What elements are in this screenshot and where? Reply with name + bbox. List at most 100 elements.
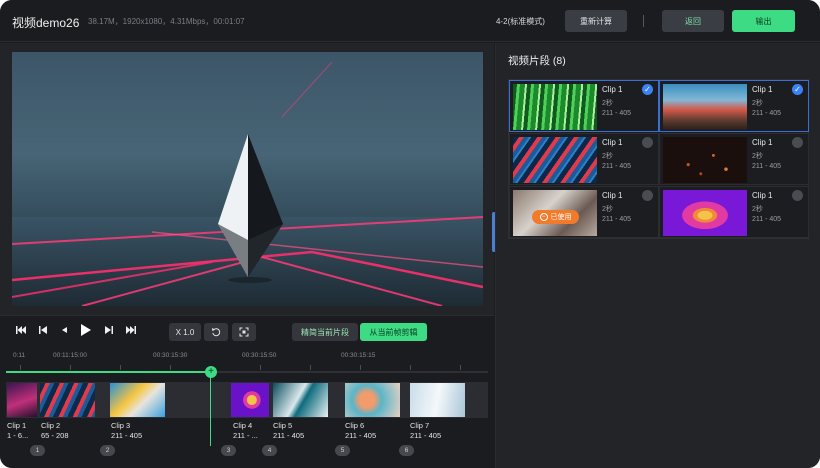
ruler-tick — [20, 365, 21, 370]
ruler-tick — [360, 365, 361, 370]
mode-label: 4-2(标准模式) — [496, 17, 545, 26]
clip-card[interactable]: Clip 1 2秒 211 - 405 — [659, 186, 809, 238]
checkbox-unchecked[interactable] — [642, 137, 653, 148]
clip-card-title: Clip 1 — [752, 138, 773, 147]
clip-card-range: 211 - 405 — [752, 163, 782, 170]
timeline-clip[interactable] — [40, 383, 95, 417]
clip-card[interactable]: Clip 1 2秒 211 - 405 ✓ — [659, 80, 809, 132]
clip-number-badge[interactable]: 6 — [399, 445, 414, 456]
clip-card-range: 211 - 405 — [602, 163, 632, 170]
clip-label: Clip 4 211 - ... — [233, 421, 258, 440]
clip-label: Clip 2 65 - 208 — [41, 421, 69, 440]
trim-current-clip-button[interactable]: 精简当前片段 — [292, 323, 358, 341]
clip-thumbnail — [663, 84, 747, 130]
clip-card-title: Clip 1 — [752, 191, 773, 200]
clip-card-title: Clip 1 — [602, 138, 623, 147]
clip-number-badge[interactable]: 4 — [262, 445, 277, 456]
panel-title: 视频片段 (8) — [508, 55, 566, 67]
checkbox-unchecked[interactable] — [642, 190, 653, 201]
rotate-icon[interactable] — [204, 323, 228, 341]
clip-card[interactable]: Clip 1 2秒 211 - 405 — [509, 133, 659, 185]
add-icon[interactable]: + — [205, 366, 217, 378]
clip-card-title: Clip 1 — [602, 85, 623, 94]
ruler-label: 00:30:15:15 — [341, 352, 376, 359]
timeline-clip[interactable] — [7, 383, 37, 417]
clip-card-range: 211 - 405 — [752, 110, 782, 117]
clip-card-range: 211 - 405 — [602, 110, 632, 117]
cut-from-frame-button[interactable]: 从当前帧剪辑 — [360, 323, 427, 341]
clip-card-duration: 2秒 — [602, 100, 613, 107]
clip-label: Clip 11 - 6... — [7, 421, 29, 440]
clip-label: Clip 5 211 - 405 — [273, 421, 305, 440]
clip-card-title: Clip 1 — [602, 191, 623, 200]
preview-area — [0, 43, 494, 315]
timeline-clip[interactable] — [410, 383, 465, 417]
ruler-label: 00:30:15:50 — [242, 352, 277, 359]
clip-card-range: 211 - 405 — [752, 216, 782, 223]
export-button[interactable]: 输出 — [732, 10, 795, 32]
next-frame-icon[interactable] — [104, 325, 114, 335]
timeline: 0:11 00:11:15:00 00:30:15:30 00:30:15:50… — [0, 348, 494, 468]
clip-number-badge[interactable]: 3 — [221, 445, 236, 456]
clip-card-duration: 2秒 — [602, 206, 613, 213]
previous-frame-icon[interactable] — [38, 325, 48, 335]
clip-card[interactable]: Clip 1 2秒 211 - 405 ✓ — [509, 80, 659, 132]
used-label: 已使用 — [550, 214, 572, 221]
step-back-icon[interactable] — [60, 325, 70, 335]
clip-card-range: 211 - 405 — [602, 216, 632, 223]
clip-card-duration: 2秒 — [752, 153, 763, 160]
skip-to-start-icon[interactable] — [16, 325, 26, 335]
back-button[interactable]: 返回 — [662, 10, 724, 32]
clip-thumbnail: − 已使用 — [513, 190, 597, 236]
video-frame-artwork — [12, 61, 483, 306]
video-meta: 38.17M，1920x1080，4.31Mbps，00:01:07 — [88, 17, 245, 26]
speed-button[interactable]: X 1.0 — [169, 323, 201, 341]
ruler-tick — [120, 365, 121, 370]
video-preview[interactable] — [12, 52, 483, 306]
clip-grid: Clip 1 2秒 211 - 405 ✓ Clip 1 2秒 211 - 40… — [508, 79, 809, 239]
clip-card-duration: 2秒 — [752, 206, 763, 213]
timeline-clip[interactable] — [273, 383, 328, 417]
clip-label: Clip 7 211 - 405 — [410, 421, 442, 440]
ruler-tick — [260, 365, 261, 370]
minus-circle-icon: − — [539, 213, 548, 221]
clip-number-badge[interactable]: 5 — [335, 445, 350, 456]
clip-thumbnail — [513, 84, 597, 130]
ruler-tick — [70, 365, 71, 370]
timeline-progress — [6, 371, 211, 373]
clip-thumbnail — [513, 137, 597, 183]
ruler-tick — [460, 365, 461, 370]
skip-to-end-icon[interactable] — [126, 325, 136, 335]
ruler-label: 00:30:15:30 — [153, 352, 188, 359]
clip-card[interactable]: − 已使用 Clip 1 2秒 211 - 405 — [509, 186, 659, 238]
header-divider — [643, 15, 644, 27]
check-icon[interactable]: ✓ — [642, 84, 653, 95]
video-title: 视频demo26 — [12, 16, 80, 30]
recalculate-button[interactable]: 重新计算 — [565, 10, 627, 32]
timeline-clip[interactable] — [231, 383, 269, 417]
clip-card-title: Clip 1 — [752, 85, 773, 94]
clip-number-badge[interactable]: 2 — [100, 445, 115, 456]
clip-card-duration: 2秒 — [602, 153, 613, 160]
used-badge: − 已使用 — [532, 210, 579, 224]
playhead-line — [210, 376, 211, 446]
clip-number-badge[interactable]: 1 — [30, 445, 45, 456]
timeline-clip[interactable] — [345, 383, 400, 417]
ruler-label: 0:11 — [13, 352, 26, 359]
ruler-label: 00:11:15:00 — [53, 352, 87, 359]
check-icon[interactable]: ✓ — [792, 84, 803, 95]
fit-screen-icon[interactable] — [232, 323, 256, 341]
clip-thumbnail — [663, 190, 747, 236]
app-window: 视频demo26 38.17M，1920x1080，4.31Mbps，00:01… — [0, 0, 820, 468]
clip-label: Clip 6 211 - 405 — [345, 421, 377, 440]
play-icon[interactable] — [79, 323, 92, 337]
header-bar: 视频demo26 38.17M，1920x1080，4.31Mbps，00:01… — [0, 0, 820, 42]
clip-card-duration: 2秒 — [752, 100, 763, 107]
ruler-tick — [170, 365, 171, 370]
checkbox-unchecked[interactable] — [792, 190, 803, 201]
ruler-tick — [410, 365, 411, 370]
checkbox-unchecked[interactable] — [792, 137, 803, 148]
clip-panel: 视频片段 (8) Clip 1 2秒 211 - 405 ✓ Clip 1 2秒… — [495, 43, 820, 468]
timeline-clip[interactable] — [110, 383, 165, 417]
clip-card[interactable]: Clip 1 2秒 211 - 405 — [659, 133, 809, 185]
